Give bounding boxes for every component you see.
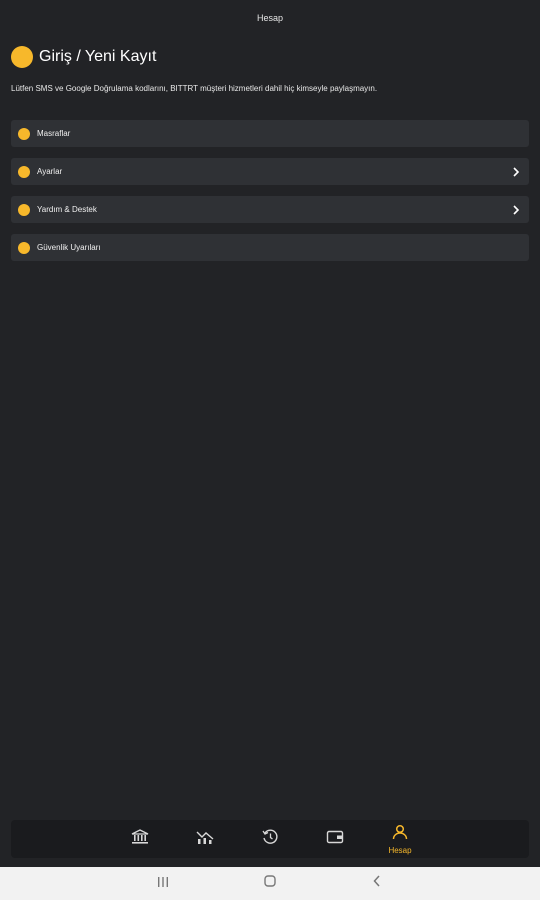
account-menu: Masraflar Ayarlar Yardım & Destek Güvenl… (11, 120, 529, 272)
home-button[interactable] (255, 872, 285, 896)
menu-item-label: Masraflar (37, 129, 71, 138)
menu-item-label: Güvenlik Uyarıları (37, 243, 101, 252)
back-icon (372, 874, 382, 893)
login-register-button[interactable]: Giriş / Yeni Kayıt (11, 44, 156, 70)
page-title: Hesap (256, 13, 283, 23)
top-bar: Hesap (0, 0, 540, 36)
security-notice: Lütfen SMS ve Google Doğrulama kodlarını… (11, 84, 378, 93)
home-icon (263, 874, 277, 893)
user-icon (392, 824, 408, 845)
chevron-right-icon (511, 166, 521, 177)
nav-account-label: Hesap (388, 845, 412, 855)
history-icon (261, 828, 279, 851)
nav-markets[interactable] (173, 820, 238, 858)
back-button[interactable] (362, 872, 392, 896)
chevron-right-icon (511, 204, 521, 215)
wallet-icon (326, 829, 344, 850)
menu-item-label: Yardım & Destek (37, 205, 97, 214)
system-navigation-bar (0, 867, 540, 900)
login-register-label: Giriş / Yeni Kayıt (39, 48, 157, 65)
menu-item-label: Ayarlar (37, 167, 63, 176)
nav-wallet[interactable] (303, 820, 368, 858)
nav-account[interactable]: Hesap (368, 820, 433, 858)
dot-icon (18, 203, 30, 216)
menu-item-security-alerts[interactable]: Güvenlik Uyarıları (11, 234, 529, 261)
dot-icon (18, 241, 30, 254)
bottom-navigation: Hesap (11, 820, 529, 858)
nav-bank[interactable] (108, 820, 173, 858)
bank-icon (131, 828, 149, 850)
recent-apps-button[interactable] (148, 872, 178, 896)
dot-icon (18, 127, 30, 140)
avatar-dot-icon (11, 46, 33, 68)
menu-item-help-support[interactable]: Yardım & Destek (11, 196, 529, 223)
menu-item-settings[interactable]: Ayarlar (11, 158, 529, 185)
dot-icon (18, 165, 30, 178)
nav-history[interactable] (238, 820, 303, 858)
menu-item-expenses[interactable]: Masraflar (11, 120, 529, 147)
market-chart-icon (196, 829, 214, 850)
recent-apps-icon (156, 875, 170, 893)
